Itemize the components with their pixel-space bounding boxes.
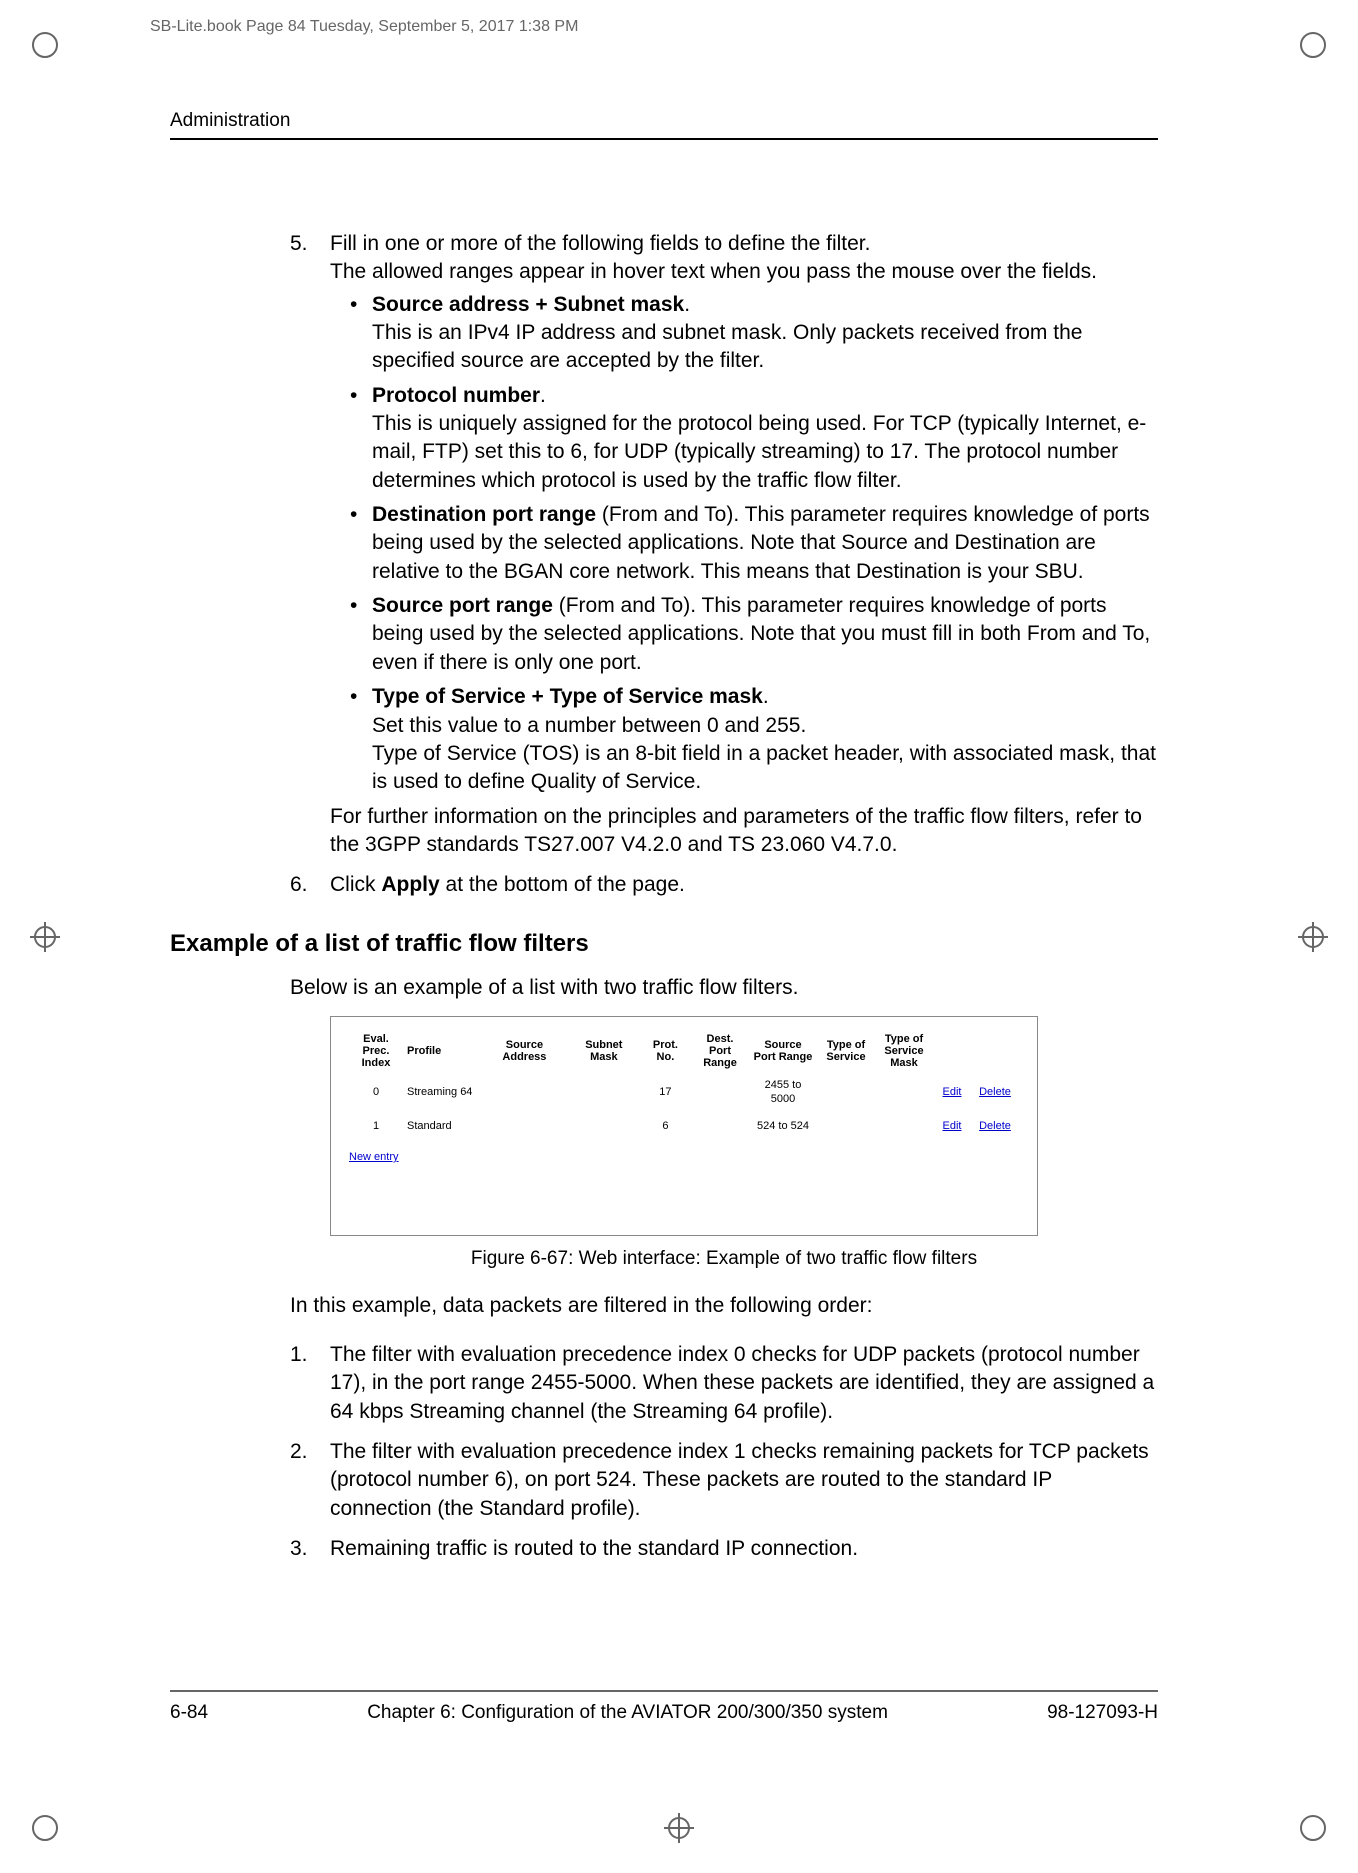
ordered-text: Remaining traffic is routed to the stand…	[330, 1535, 858, 1563]
cell-idx: 1	[349, 1113, 403, 1140]
bullet-tail: .	[540, 384, 546, 407]
cell-mask	[568, 1072, 640, 1114]
crop-mark-icon	[30, 30, 60, 60]
edit-link[interactable]: Edit	[943, 1086, 962, 1098]
cell-tos	[817, 1113, 875, 1140]
bullet-body-line2: Type of Service (TOS) is an 8-bit field …	[372, 742, 1156, 793]
step-6: 6. Click Apply at the bottom of the page…	[170, 871, 1158, 899]
cell-src	[481, 1072, 568, 1114]
bullet-tail: .	[763, 685, 769, 708]
step5-intro-line1: Fill in one or more of the following fie…	[330, 230, 1158, 258]
bullet-body: This is an IPv4 IP address and subnet ma…	[372, 321, 1082, 372]
step6-pre: Click	[330, 873, 381, 896]
ordered-item-1: 1.The filter with evaluation precedence …	[290, 1341, 1158, 1426]
col-type-of-service: Type of Service	[817, 1031, 875, 1071]
delete-link[interactable]: Delete	[979, 1086, 1011, 1098]
crop-mark-icon	[664, 1813, 694, 1843]
table-row: 0 Streaming 64 17 2455 to 5000 Edit Dele…	[349, 1072, 1019, 1114]
ordered-text: The filter with evaluation precedence in…	[330, 1438, 1158, 1523]
cell-dport	[691, 1113, 749, 1140]
footer-page-number: 6-84	[170, 1702, 208, 1724]
col-subnet-mask: Subnet Mask	[568, 1031, 640, 1071]
example-after: In this example, data packets are filter…	[290, 1292, 1158, 1320]
delete-link[interactable]: Delete	[979, 1120, 1011, 1132]
page-meta: SB-Lite.book Page 84 Tuesday, September …	[150, 18, 578, 36]
ordered-num: 2.	[290, 1438, 330, 1523]
cell-tosm	[875, 1113, 933, 1140]
bullet-head: Source port range	[372, 594, 553, 617]
bullet-destination-port-range: Destination port range (From and To). Th…	[350, 501, 1158, 586]
bullet-head: Type of Service + Type of Service mask	[372, 685, 763, 708]
step5-intro-line2: The allowed ranges appear in hover text …	[330, 258, 1158, 286]
ordered-num: 3.	[290, 1535, 330, 1563]
col-eval-prec-index: Eval. Prec. Index	[349, 1031, 403, 1071]
ordered-item-3: 3.Remaining traffic is routed to the sta…	[290, 1535, 1158, 1563]
cell-sport: 2455 to 5000	[749, 1072, 817, 1114]
cell-tos	[817, 1072, 875, 1114]
ordered-num: 1.	[290, 1341, 330, 1426]
ordered-item-2: 2.The filter with evaluation precedence …	[290, 1438, 1158, 1523]
step-5: 5. Fill in one or more of the following …	[170, 230, 1158, 859]
figure-caption: Figure 6-67: Web interface: Example of t…	[290, 1246, 1158, 1272]
example-intro: Below is an example of a list with two t…	[290, 974, 1158, 1002]
col-type-of-service-mask: Type of Service Mask	[875, 1031, 933, 1071]
step5-outro: For further information on the principle…	[330, 803, 1158, 860]
col-prot-no: Prot. No.	[640, 1031, 691, 1071]
cell-tosm	[875, 1072, 933, 1114]
page-footer: 6-84 Chapter 6: Configuration of the AVI…	[170, 1690, 1158, 1724]
col-source-port-range: Source Port Range	[749, 1031, 817, 1071]
cell-profile: Standard	[403, 1113, 481, 1140]
bullet-source-port-range: Source port range (From and To). This pa…	[350, 592, 1158, 677]
footer-doc-id: 98-127093-H	[1047, 1702, 1158, 1724]
bullet-protocol-number: Protocol number. This is uniquely assign…	[350, 382, 1158, 495]
edit-link[interactable]: Edit	[943, 1120, 962, 1132]
bullet-head: Destination port range	[372, 503, 596, 526]
ordered-text: The filter with evaluation precedence in…	[330, 1341, 1158, 1426]
crop-mark-icon	[1298, 30, 1328, 60]
step-number: 6.	[170, 871, 330, 899]
bullet-head: Source address + Subnet mask	[372, 293, 684, 316]
crop-mark-icon	[1298, 922, 1328, 952]
step6-post: at the bottom of the page.	[440, 873, 685, 896]
col-source-address: Source Address	[481, 1031, 568, 1071]
crop-mark-icon	[30, 1813, 60, 1843]
crop-mark-icon	[30, 922, 60, 952]
cell-src	[481, 1113, 568, 1140]
bullet-tail: .	[684, 293, 690, 316]
cell-idx: 0	[349, 1072, 403, 1114]
figure-traffic-flow-filters: Eval. Prec. Index Profile Source Address…	[330, 1016, 1038, 1236]
bullet-source-address: Source address + Subnet mask. This is an…	[350, 291, 1158, 376]
running-head: Administration	[170, 110, 1158, 140]
cell-mask	[568, 1113, 640, 1140]
col-dest-port-range: Dest. Port Range	[691, 1031, 749, 1071]
section-heading-example: Example of a list of traffic flow filter…	[170, 928, 1158, 960]
footer-chapter: Chapter 6: Configuration of the AVIATOR …	[367, 1702, 888, 1724]
cell-sport: 524 to 524	[749, 1113, 817, 1140]
cell-dport	[691, 1072, 749, 1114]
table-row: 1 Standard 6 524 to 524 Edit Delete	[349, 1113, 1019, 1140]
step6-bold: Apply	[381, 873, 439, 896]
col-profile: Profile	[403, 1031, 481, 1071]
step-number: 5.	[170, 230, 330, 859]
crop-mark-icon	[1298, 1813, 1328, 1843]
cell-profile: Streaming 64	[403, 1072, 481, 1114]
new-entry-link[interactable]: New entry	[349, 1150, 399, 1165]
bullet-head: Protocol number	[372, 384, 540, 407]
bullet-type-of-service: Type of Service + Type of Service mask. …	[350, 683, 1158, 796]
cell-prot: 6	[640, 1113, 691, 1140]
bullet-body-line1: Set this value to a number between 0 and…	[372, 714, 806, 737]
bullet-body: This is uniquely assigned for the protoc…	[372, 412, 1146, 492]
cell-prot: 17	[640, 1072, 691, 1114]
